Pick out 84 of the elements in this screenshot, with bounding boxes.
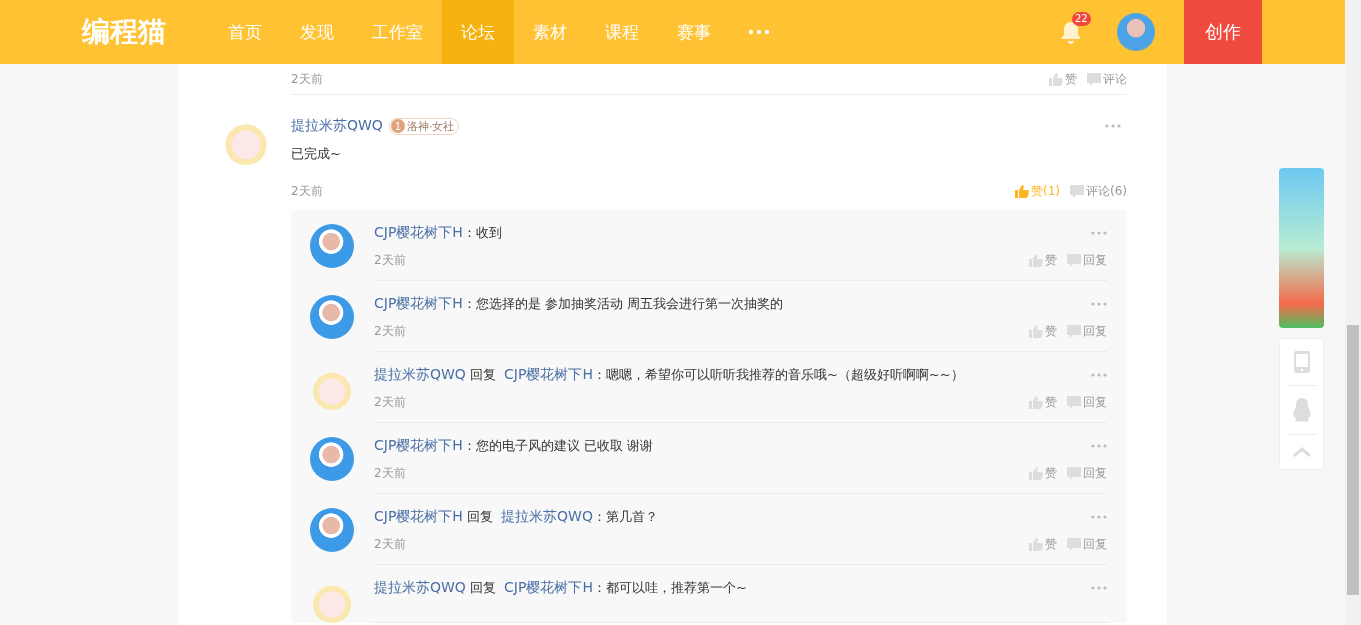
- author-link[interactable]: CJP樱花树下H: [374, 224, 463, 240]
- speech-bubble-icon: [1070, 185, 1084, 198]
- user-avatar[interactable]: [310, 224, 354, 268]
- reply-button[interactable]: 回复: [1067, 465, 1107, 482]
- thumbs-up-icon: [1029, 254, 1043, 267]
- like-button[interactable]: 赞: [1049, 70, 1077, 88]
- more-icon[interactable]: [1091, 515, 1107, 519]
- user-avatar[interactable]: [310, 295, 354, 339]
- more-icon[interactable]: [748, 29, 770, 35]
- nav-tab[interactable]: 发现: [281, 0, 353, 64]
- nav-tab[interactable]: 素材: [514, 0, 586, 64]
- reply-text: ：第几首？: [592, 509, 658, 524]
- bell-icon[interactable]: [1060, 20, 1082, 44]
- speech-bubble-icon: [1067, 538, 1081, 551]
- reply-time: 2天前: [374, 394, 406, 411]
- thumbs-up-icon: [1015, 185, 1029, 198]
- like-button[interactable]: 赞: [1029, 394, 1057, 411]
- nav-tab[interactable]: 课程: [586, 0, 658, 64]
- comment-button[interactable]: 评论(6): [1070, 183, 1127, 200]
- reply-time: 2天前: [374, 465, 406, 482]
- site-logo[interactable]: 编程猫: [82, 13, 209, 51]
- more-icon[interactable]: [1091, 373, 1107, 377]
- reply-button[interactable]: 回复: [1067, 536, 1107, 553]
- more-icon[interactable]: [1091, 444, 1107, 448]
- author-link[interactable]: CJP樱花树下H: [374, 437, 463, 453]
- nav-tab[interactable]: 赛事: [658, 0, 730, 64]
- more-icon[interactable]: [1091, 586, 1107, 590]
- like-button[interactable]: 赞: [1029, 465, 1057, 482]
- comment-time: 2天前: [291, 183, 323, 200]
- nav-tab[interactable]: 工作室: [353, 0, 442, 64]
- reply-button[interactable]: 回复: [1067, 394, 1107, 411]
- user-avatar[interactable]: [310, 508, 354, 552]
- more-icon[interactable]: [1091, 231, 1107, 235]
- more-icon[interactable]: [1105, 124, 1121, 128]
- comment-button[interactable]: 评论: [1087, 70, 1127, 88]
- reply-text: ：您选择的是 参加抽奖活动 周五我会进行第一次抽奖的: [462, 296, 784, 311]
- reply-text: ：您的电子风的建议 已收取 谢谢: [462, 438, 654, 453]
- author-link[interactable]: 提拉米苏QWQ: [374, 579, 466, 595]
- promo-banner-image[interactable]: [1279, 168, 1324, 328]
- speech-bubble-icon: [1067, 467, 1081, 480]
- like-button[interactable]: 赞: [1029, 323, 1057, 340]
- user-avatar[interactable]: [310, 437, 354, 481]
- author-link[interactable]: CJP樱花树下H: [374, 295, 463, 311]
- scroll-top-icon[interactable]: [1292, 447, 1311, 457]
- speech-bubble-icon: [1067, 254, 1081, 267]
- like-button[interactable]: 赞: [1029, 536, 1057, 553]
- reply-label: 回复: [469, 367, 496, 382]
- scrollbar[interactable]: [1345, 0, 1361, 625]
- reply-time: 2天前: [374, 252, 406, 269]
- nav-tab[interactable]: 首页: [209, 0, 281, 64]
- reply-label: 回复: [469, 580, 496, 595]
- author-link[interactable]: 提拉米苏QWQ: [374, 366, 466, 382]
- speech-bubble-icon: [1067, 396, 1081, 409]
- user-avatar[interactable]: [1117, 13, 1155, 51]
- thumbs-up-icon: [1049, 72, 1063, 86]
- reply-button[interactable]: 回复: [1067, 252, 1107, 269]
- more-icon[interactable]: [1091, 302, 1107, 306]
- like-button[interactable]: 赞(1): [1015, 183, 1060, 200]
- speech-bubble-icon: [1067, 325, 1081, 338]
- reply-text: ：收到: [462, 225, 502, 240]
- notification-badge: 22: [1072, 12, 1091, 26]
- reply-text: ：都可以哇，推荐第一个~: [592, 580, 747, 595]
- reply-time: 2天前: [374, 536, 406, 553]
- reply-time: 2天前: [374, 323, 406, 340]
- author-link[interactable]: CJP樱花树下H: [374, 508, 463, 524]
- speech-bubble-icon: [1087, 72, 1101, 86]
- reply-button[interactable]: 回复: [1067, 323, 1107, 340]
- reply-label: 回复: [466, 509, 493, 524]
- penguin-icon[interactable]: [1292, 398, 1311, 422]
- author-link[interactable]: 提拉米苏QWQ: [501, 508, 593, 524]
- author-link[interactable]: CJP樱花树下H: [504, 579, 593, 595]
- thumbs-up-icon: [1029, 325, 1043, 338]
- comment-text: 已完成~: [291, 145, 342, 163]
- author-link[interactable]: CJP樱花树下H: [504, 366, 593, 382]
- thumbs-up-icon: [1029, 538, 1043, 551]
- comment-time: 2天前: [291, 70, 323, 88]
- author-link[interactable]: 提拉米苏QWQ: [291, 117, 383, 135]
- thumbs-up-icon: [1029, 467, 1043, 480]
- create-button[interactable]: 创作: [1184, 0, 1262, 64]
- thumbs-up-icon: [1029, 396, 1043, 409]
- reply-text: ：嗯嗯，希望你可以听听我推荐的音乐哦~（超级好听啊啊~~）: [592, 367, 964, 382]
- nav-tab[interactable]: 论坛: [442, 0, 514, 64]
- like-button[interactable]: 赞: [1029, 252, 1057, 269]
- phone-icon[interactable]: [1293, 351, 1310, 373]
